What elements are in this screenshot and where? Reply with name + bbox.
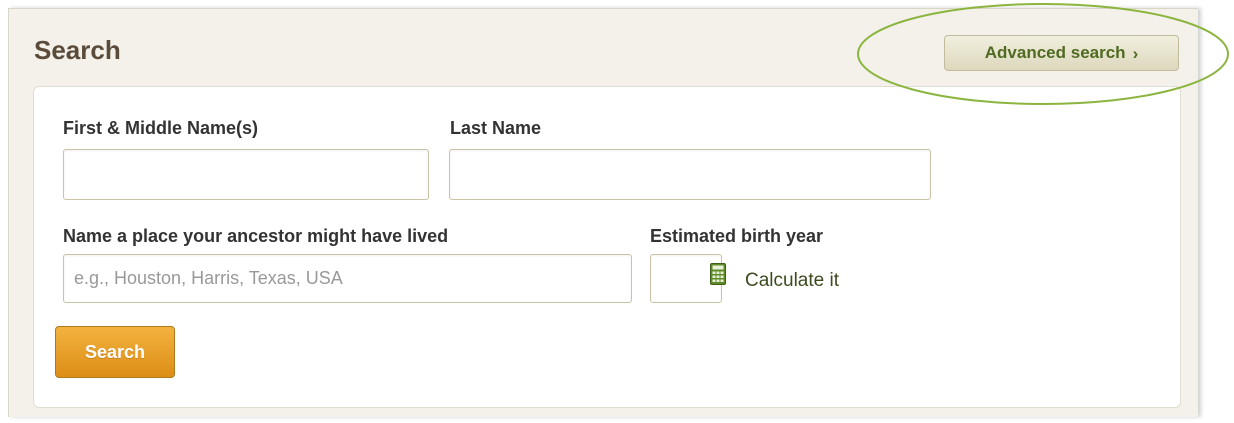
chevron-right-icon: › — [1132, 43, 1139, 63]
advanced-search-label: Advanced search — [984, 43, 1126, 62]
calculate-it-link[interactable]: Calculate it — [745, 270, 839, 292]
advanced-search-button[interactable]: Advanced search › — [944, 35, 1179, 71]
panel-title: Search — [34, 35, 121, 65]
first-name-input[interactable] — [63, 149, 429, 200]
place-input[interactable] — [63, 254, 632, 303]
last-name-label: Last Name — [450, 118, 542, 138]
birth-year-label: Estimated birth year — [650, 226, 824, 246]
search-panel: Search Advanced search › — [8, 8, 1198, 417]
place-label: Name a place your ancestor might have li… — [63, 226, 449, 246]
search-button[interactable]: Search — [55, 326, 175, 378]
last-name-input[interactable] — [449, 149, 931, 200]
first-name-label: First & Middle Name(s) — [63, 118, 259, 138]
calculator-icon[interactable] — [710, 263, 726, 285]
